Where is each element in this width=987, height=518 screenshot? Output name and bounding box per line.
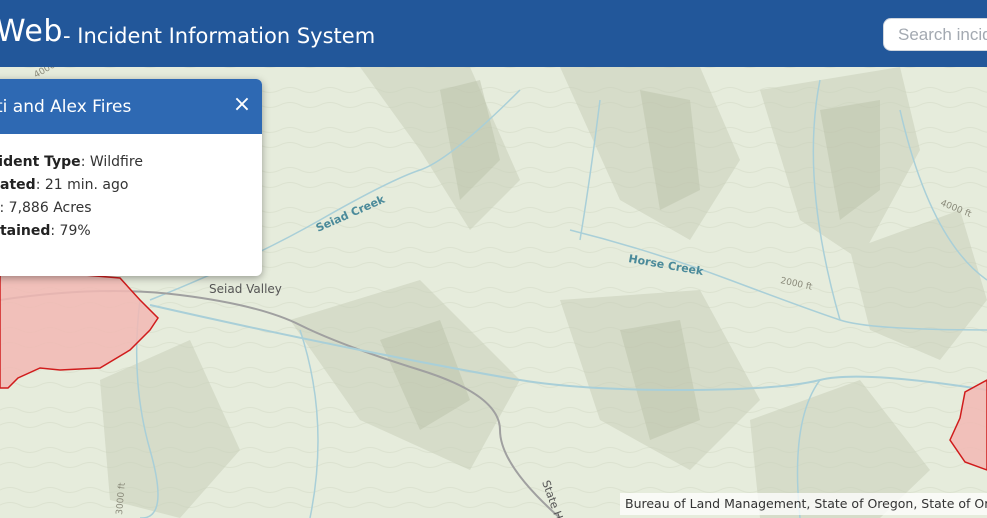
search-input[interactable] xyxy=(883,18,987,51)
popup-header: ti and Alex Fires × xyxy=(0,79,262,134)
popup-details: cident Type: Wildfire dated: 21 min. ago… xyxy=(0,151,143,243)
app-brand[interactable]: Web xyxy=(0,14,63,49)
detail-contained: ntained: 79% xyxy=(0,220,143,243)
app-subtitle: - Incident Information System xyxy=(63,24,376,48)
popup-title: ti and Alex Fires xyxy=(0,97,132,117)
detail-label: dated xyxy=(0,177,36,193)
detail-updated: dated: 21 min. ago xyxy=(0,174,143,197)
detail-label: cident Type xyxy=(0,154,81,170)
detail-label: ntained xyxy=(0,223,51,239)
detail-value: : Wildfire xyxy=(80,154,143,170)
detail-value: : 79% xyxy=(50,223,91,239)
close-icon[interactable]: × xyxy=(229,92,255,118)
app-header: Web - Incident Information System xyxy=(0,0,987,68)
detail-value: : 7,886 Acres xyxy=(0,200,92,216)
detail-incident-type: cident Type: Wildfire xyxy=(0,151,143,174)
detail-value: : 21 min. ago xyxy=(35,177,129,193)
label-seiad-valley: Seiad Valley xyxy=(209,282,282,296)
map-attribution: Bureau of Land Management, State of Oreg… xyxy=(620,493,987,515)
incident-popup: ti and Alex Fires × cident Type: Wildfir… xyxy=(0,79,262,276)
detail-size: e: 7,886 Acres xyxy=(0,197,143,220)
